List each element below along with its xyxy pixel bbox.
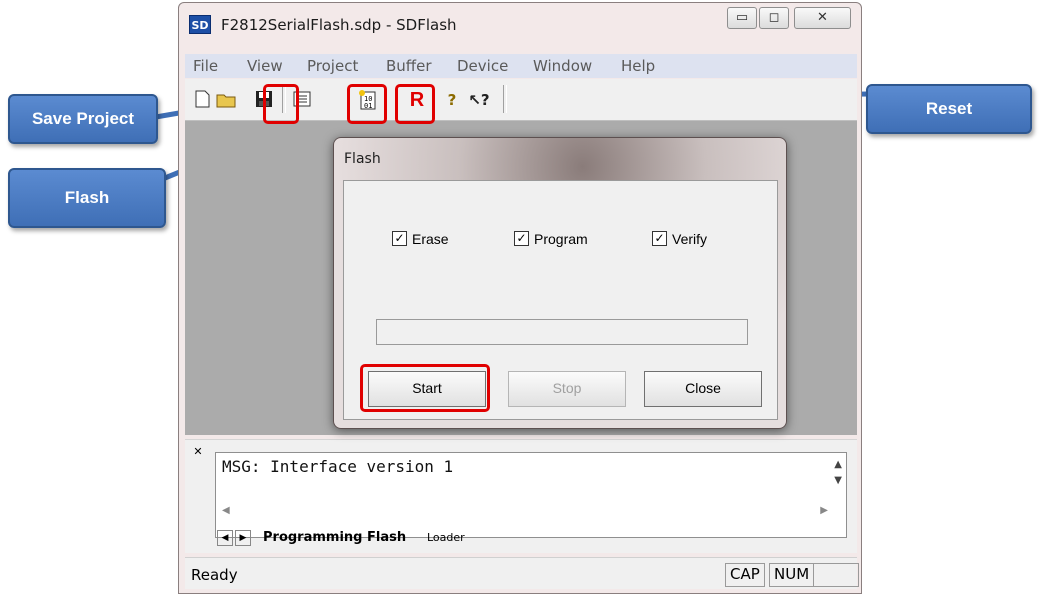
- scroll-down-icon[interactable]: ▼: [834, 475, 842, 486]
- open-folder-icon[interactable]: [215, 89, 237, 111]
- erase-checkbox[interactable]: ✓: [392, 231, 407, 246]
- tab-programming-flash[interactable]: Programming Flash: [263, 528, 406, 548]
- output-message: MSG: Interface version 1: [222, 457, 454, 476]
- menu-view[interactable]: View: [247, 57, 283, 75]
- status-num: NUM: [769, 563, 815, 587]
- tab-loader[interactable]: Loader: [427, 528, 465, 548]
- close-button[interactable]: Close: [644, 371, 762, 407]
- callout-flash: Flash: [8, 168, 166, 228]
- minimize-button[interactable]: ▭: [727, 7, 757, 29]
- save-highlight: [263, 84, 299, 124]
- start-highlight: [360, 364, 490, 412]
- stop-button[interactable]: Stop: [508, 371, 626, 407]
- tab-scroll-right-icon[interactable]: ▶: [235, 530, 251, 546]
- maximize-button[interactable]: ◻: [759, 7, 789, 29]
- callout-reset: Reset: [866, 84, 1032, 134]
- dialog-title: Flash: [344, 151, 381, 167]
- menu-device[interactable]: Device: [457, 57, 508, 75]
- output-panel: ✕ MSG: Interface version 1 ▲ ▼ ◀ ▶ ◀ ▶ P…: [185, 439, 857, 553]
- progress-bar: [376, 319, 748, 345]
- window-title: F2812SerialFlash.sdp - SDFlash: [221, 16, 457, 34]
- context-help-icon[interactable]: ↖?: [468, 89, 490, 111]
- output-text-area[interactable]: MSG: Interface version 1 ▲ ▼ ◀ ▶: [215, 452, 847, 538]
- close-output-icon[interactable]: ✕: [191, 446, 205, 460]
- help-icon[interactable]: ?: [441, 89, 463, 111]
- menu-buffer[interactable]: Buffer: [386, 57, 432, 75]
- status-bar: Ready CAP NUM: [185, 557, 859, 589]
- menu-bar: File View Project Buffer Device Window H…: [185, 54, 857, 78]
- reset-highlight: [395, 84, 435, 124]
- flash-highlight: [347, 84, 387, 124]
- program-label: Program: [534, 231, 588, 247]
- menu-project[interactable]: Project: [307, 57, 358, 75]
- menu-help[interactable]: Help: [621, 57, 655, 75]
- resize-grip-icon[interactable]: [813, 563, 859, 587]
- verify-label: Verify: [672, 231, 708, 247]
- scroll-left-icon[interactable]: ◀: [222, 505, 230, 516]
- scroll-up-icon[interactable]: ▲: [834, 459, 842, 470]
- menu-file[interactable]: File: [193, 57, 218, 75]
- toolbar-separator: [503, 85, 507, 113]
- menu-window[interactable]: Window: [533, 57, 592, 75]
- erase-label: Erase: [412, 231, 449, 247]
- close-window-button[interactable]: ✕: [794, 7, 851, 29]
- app-icon: SD: [189, 15, 211, 34]
- status-text: Ready: [191, 566, 238, 584]
- tab-scroll-left-icon[interactable]: ◀: [217, 530, 233, 546]
- status-cap: CAP: [725, 563, 765, 587]
- scroll-right-icon[interactable]: ▶: [820, 505, 828, 516]
- new-file-icon[interactable]: [191, 89, 213, 111]
- verify-checkbox[interactable]: ✓: [652, 231, 667, 246]
- program-checkbox[interactable]: ✓: [514, 231, 529, 246]
- callout-save-project: Save Project: [8, 94, 158, 144]
- output-tabs: ◀ ▶ Programming Flash Loader: [215, 528, 847, 550]
